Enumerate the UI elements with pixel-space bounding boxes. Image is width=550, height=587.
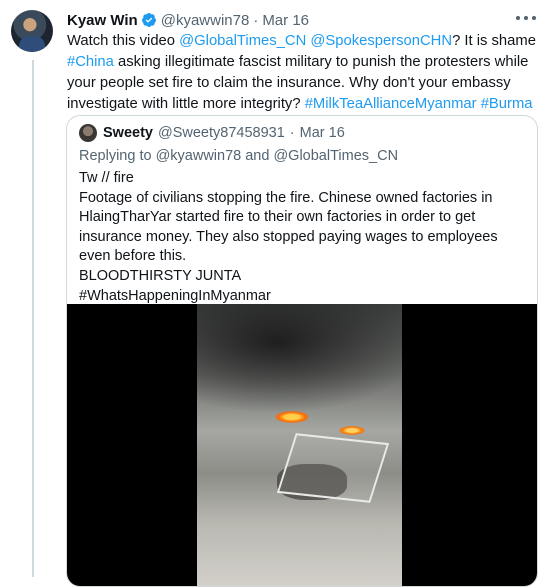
mention-link[interactable]: @SpokespersonCHN (310, 33, 452, 49)
author-name[interactable]: Kyaw Win (67, 12, 138, 29)
video-player[interactable] (67, 304, 537, 586)
tweet-header: Kyaw Win @kyawwin78 · Mar 16 (67, 10, 540, 30)
more-options-icon[interactable] (516, 12, 536, 24)
quoted-tweet[interactable]: Sweety @Sweety87458931 · Mar 16 Replying… (66, 115, 538, 587)
avatar[interactable] (11, 10, 53, 52)
tweet-text-segment: ? It is shame (452, 33, 541, 49)
thread-line (32, 60, 34, 577)
video-frame (197, 304, 402, 586)
hashtag-link[interactable]: #China (67, 54, 114, 70)
tweet-date[interactable]: Mar 16 (262, 12, 309, 29)
quote-text: Tw // fire Footage of civilians stopping… (79, 170, 498, 323)
quote-author-name: Sweety (103, 125, 153, 141)
quote-meta-separator: · (289, 125, 295, 141)
hashtag-link[interactable]: #MilkTeaAllianceMyanmar (305, 96, 477, 112)
author-handle[interactable]: @kyawwin78 (161, 12, 250, 29)
quote-author-handle: @Sweety87458931 (157, 125, 285, 141)
hashtag-link[interactable]: #Burma (481, 96, 533, 112)
replying-to: Replying to @kyawwin78 and @GlobalTimes_… (79, 148, 399, 164)
tweet-text-segment: Watch this video (67, 33, 180, 49)
meta-separator: · (253, 11, 259, 29)
mention-link[interactable]: @GlobalTimes_CN (179, 33, 306, 49)
quote-header: Sweety @Sweety87458931 · Mar 16 (79, 124, 345, 142)
verified-badge-icon (141, 13, 156, 27)
tweet-text: Watch this video @GlobalTimes_CN @Spokes… (67, 31, 545, 115)
quote-avatar (79, 124, 97, 142)
quote-date: Mar 16 (299, 125, 345, 141)
